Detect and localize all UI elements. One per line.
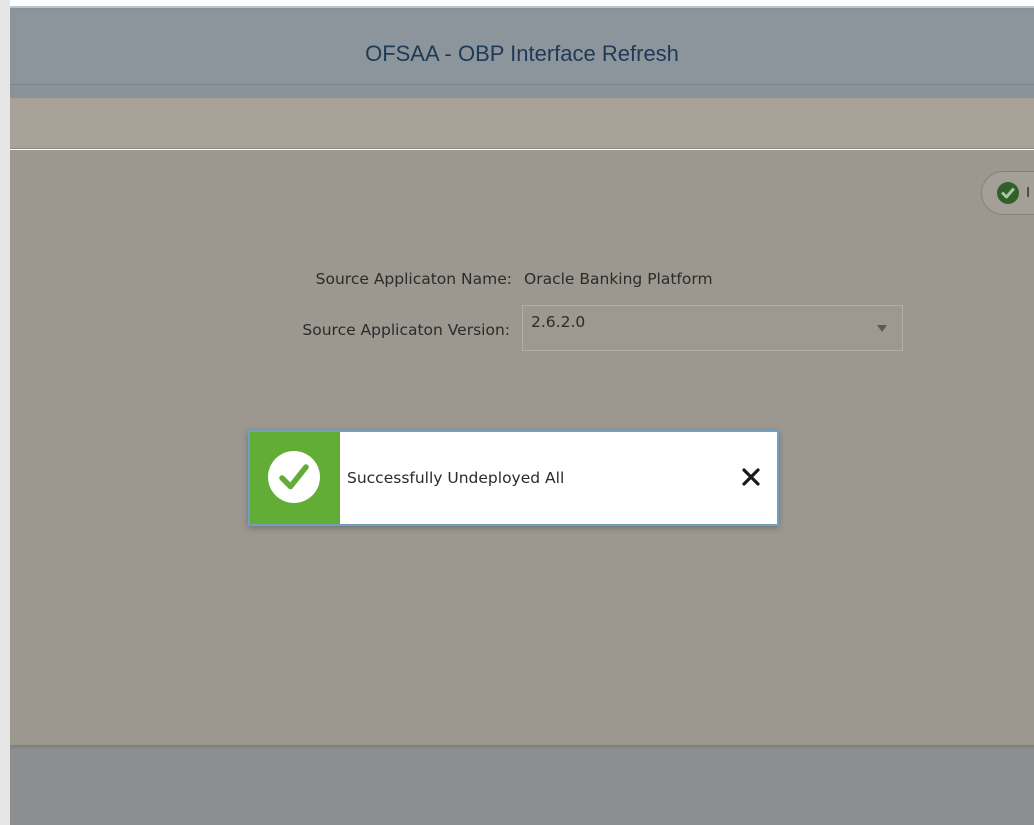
- page-title: OFSAA - OBP Interface Refresh: [365, 41, 679, 66]
- footer-bar: [10, 749, 1034, 825]
- app-version-select[interactable]: 2.6.2.0: [522, 305, 903, 351]
- app-version-label: Source Applicaton Version:: [302, 321, 510, 339]
- app-version-value: 2.6.2.0: [531, 313, 586, 331]
- left-edge-strip: [0, 0, 10, 825]
- notification-status-bar: [250, 432, 340, 524]
- check-icon: [268, 451, 320, 503]
- screen: OFSAA - OBP Interface Refresh I Source A…: [0, 0, 1034, 825]
- app-name-value: Oracle Banking Platform: [524, 270, 713, 288]
- notification-message: Successfully Undeployed All: [347, 469, 565, 487]
- close-icon[interactable]: [740, 466, 762, 488]
- toolbar-band: [10, 98, 1034, 149]
- top-right-button-label: I: [1026, 184, 1031, 201]
- app-name-label: Source Applicaton Name:: [315, 270, 512, 288]
- chevron-down-icon: [877, 325, 887, 332]
- check-circle-icon: [997, 182, 1019, 204]
- success-notification: Successfully Undeployed All: [248, 430, 779, 526]
